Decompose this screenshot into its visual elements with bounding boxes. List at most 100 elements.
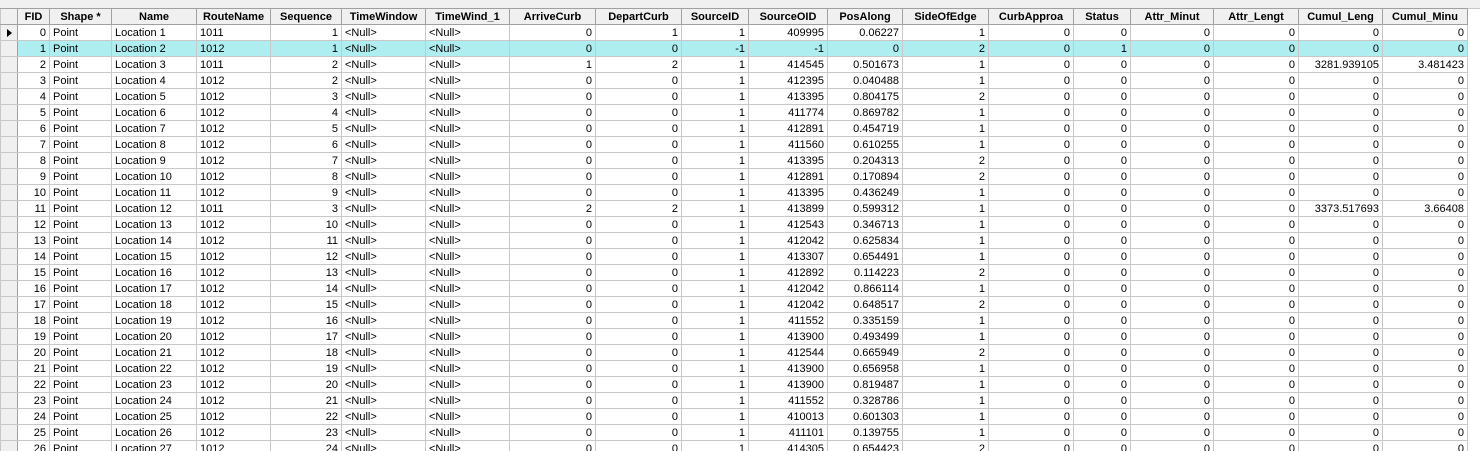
table-cell[interactable]: 0	[1130, 72, 1214, 89]
table-cell[interactable]: 0	[1298, 184, 1383, 201]
table-cell[interactable]: 9	[270, 184, 342, 201]
table-cell[interactable]: <Null>	[425, 392, 510, 409]
table-cell[interactable]: 5	[17, 104, 50, 121]
table-cell[interactable]: 0	[1073, 88, 1131, 105]
table-cell[interactable]: 10	[17, 184, 50, 201]
table-cell[interactable]: <Null>	[341, 360, 426, 377]
table-cell[interactable]: 0	[1298, 24, 1383, 41]
table-cell[interactable]: 0	[595, 232, 682, 249]
column-header-cumul-minu[interactable]: Cumul_Minu	[1382, 8, 1468, 25]
table-cell[interactable]: 13	[17, 232, 50, 249]
table-cell[interactable]: 0	[1130, 344, 1214, 361]
table-cell[interactable]: 1	[681, 296, 749, 313]
table-row[interactable]: 19 Point Location 20 1012 17 <Null> <Null> 0 0 1 4…	[0, 328, 1468, 345]
table-cell[interactable]: 0	[827, 40, 903, 57]
table-cell[interactable]: Point	[49, 360, 112, 377]
table-cell[interactable]: 1012	[196, 120, 271, 137]
table-cell[interactable]: 1012	[196, 184, 271, 201]
table-cell[interactable]: Location 17	[111, 280, 197, 297]
table-cell[interactable]: 1	[902, 216, 989, 233]
table-cell[interactable]: 1	[902, 328, 989, 345]
table-cell[interactable]: 1	[681, 360, 749, 377]
table-cell[interactable]: 1	[902, 248, 989, 265]
table-cell[interactable]: <Null>	[341, 40, 426, 57]
table-cell[interactable]: <Null>	[425, 360, 510, 377]
table-cell[interactable]: 0	[1213, 440, 1299, 451]
table-cell[interactable]: <Null>	[341, 424, 426, 441]
table-cell[interactable]: 0.040488	[827, 72, 903, 89]
table-cell[interactable]: 0	[1382, 232, 1468, 249]
table-cell[interactable]: 0	[595, 424, 682, 441]
table-cell[interactable]: 2	[902, 440, 989, 451]
table-cell[interactable]: 0	[1213, 376, 1299, 393]
table-cell[interactable]: 0	[1130, 184, 1214, 201]
table-cell[interactable]: 0	[509, 232, 596, 249]
table-cell[interactable]: 0	[1298, 312, 1383, 329]
table-cell[interactable]: 1012	[196, 440, 271, 451]
table-cell[interactable]: Location 25	[111, 408, 197, 425]
table-cell[interactable]: 0	[595, 184, 682, 201]
table-cell[interactable]: 0	[988, 120, 1074, 137]
table-cell[interactable]: 0	[988, 264, 1074, 281]
table-cell[interactable]: 0.648517	[827, 296, 903, 313]
table-cell[interactable]: 0	[988, 424, 1074, 441]
table-cell[interactable]: 0	[595, 296, 682, 313]
table-cell[interactable]: 1	[681, 232, 749, 249]
table-cell[interactable]: 0	[1382, 248, 1468, 265]
column-header-sequence[interactable]: Sequence	[270, 8, 342, 25]
table-cell[interactable]: <Null>	[425, 136, 510, 153]
table-cell[interactable]: 0	[1382, 344, 1468, 361]
table-cell[interactable]: 0	[1073, 168, 1131, 185]
table-cell[interactable]: <Null>	[341, 216, 426, 233]
table-cell[interactable]: <Null>	[425, 408, 510, 425]
table-cell[interactable]: 0	[1130, 216, 1214, 233]
table-cell[interactable]: 5	[270, 120, 342, 137]
table-cell[interactable]: 1	[681, 72, 749, 89]
table-cell[interactable]: Location 24	[111, 392, 197, 409]
table-cell[interactable]: 0	[988, 200, 1074, 217]
table-cell[interactable]: 0	[1213, 88, 1299, 105]
table-cell[interactable]: 26	[17, 440, 50, 451]
row-selector[interactable]	[0, 184, 18, 201]
table-cell[interactable]: 0	[1213, 152, 1299, 169]
row-selector[interactable]	[0, 280, 18, 297]
table-cell[interactable]: 0.804175	[827, 88, 903, 105]
table-cell[interactable]: 0	[1130, 40, 1214, 57]
table-cell[interactable]: Location 9	[111, 152, 197, 169]
table-cell[interactable]: 2	[595, 200, 682, 217]
table-cell[interactable]: Location 16	[111, 264, 197, 281]
row-selector[interactable]	[0, 136, 18, 153]
table-cell[interactable]: <Null>	[425, 56, 510, 73]
table-cell[interactable]: 1	[681, 264, 749, 281]
table-cell[interactable]: 0	[988, 40, 1074, 57]
table-cell[interactable]: 0	[988, 360, 1074, 377]
table-cell[interactable]: 8	[17, 152, 50, 169]
table-cell[interactable]: 19	[270, 360, 342, 377]
table-cell[interactable]: 412891	[748, 120, 828, 137]
table-cell[interactable]: 10	[270, 216, 342, 233]
table-cell[interactable]: Point	[49, 152, 112, 169]
table-cell[interactable]: 0	[1073, 296, 1131, 313]
table-cell[interactable]: 1	[681, 392, 749, 409]
table-cell[interactable]: 0	[1298, 440, 1383, 451]
column-header-timewindow[interactable]: TimeWindow	[341, 8, 426, 25]
table-cell[interactable]: Location 20	[111, 328, 197, 345]
table-cell[interactable]: 0	[1213, 40, 1299, 57]
table-cell[interactable]: <Null>	[425, 424, 510, 441]
table-cell[interactable]: 0	[1073, 392, 1131, 409]
table-cell[interactable]: 13	[270, 264, 342, 281]
table-cell[interactable]: 0	[595, 152, 682, 169]
table-cell[interactable]: 0	[1298, 392, 1383, 409]
table-cell[interactable]: <Null>	[425, 264, 510, 281]
column-header-arrivecurb[interactable]: ArriveCurb	[509, 8, 596, 25]
table-cell[interactable]: 0	[1213, 200, 1299, 217]
table-cell[interactable]: 0	[988, 104, 1074, 121]
table-cell[interactable]: <Null>	[425, 296, 510, 313]
table-row[interactable]: 1 Point Location 2 1012 1 <Null> <Null> 0 0 -1 -1 0…	[0, 40, 1468, 57]
table-cell[interactable]: Point	[49, 424, 112, 441]
table-cell[interactable]: 2	[902, 152, 989, 169]
table-cell[interactable]: 0	[988, 136, 1074, 153]
table-cell[interactable]: 0	[1298, 216, 1383, 233]
table-cell[interactable]: 16	[270, 312, 342, 329]
table-row[interactable]: 6 Point Location 7 1012 5 <Null> <Null> 0 0 1 4128…	[0, 120, 1468, 137]
